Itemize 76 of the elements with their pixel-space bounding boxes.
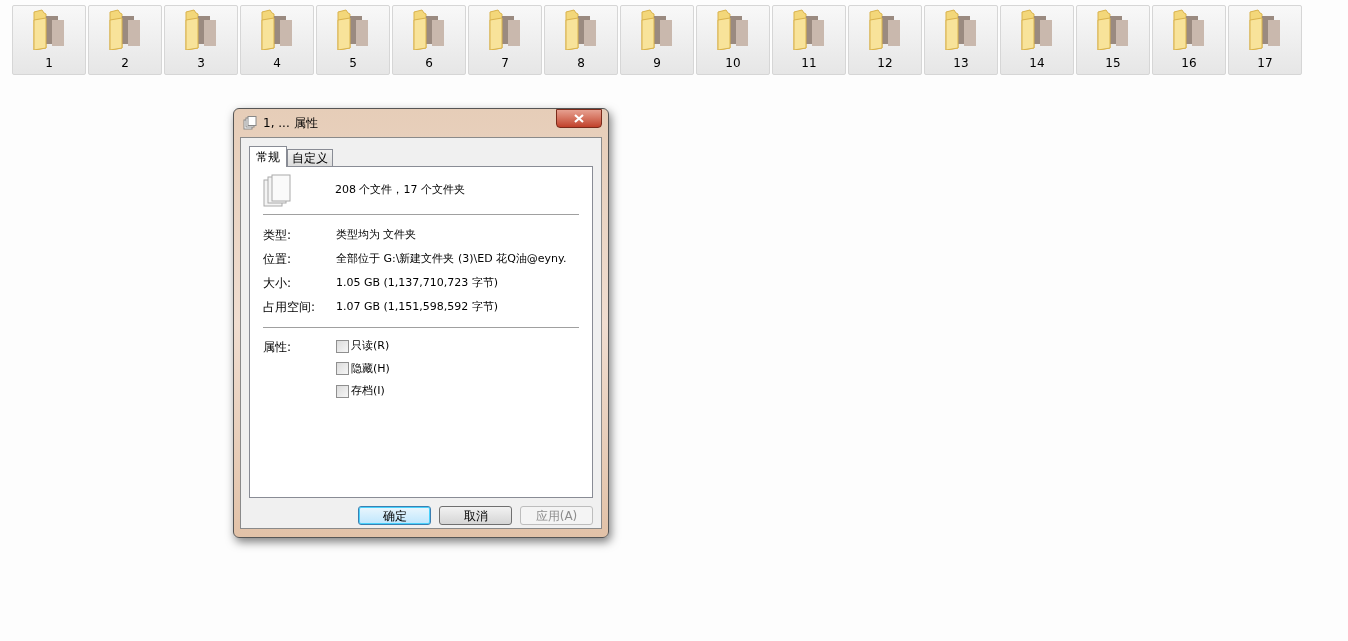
folder-label: 2 — [121, 56, 129, 70]
folder-label: 9 — [653, 56, 661, 70]
folder-icon — [32, 8, 66, 50]
window-title: 1, ... 属性 — [263, 115, 318, 132]
folder-icon — [336, 8, 370, 50]
property-value: 1.07 GB (1,151,598,592 字节) — [336, 298, 499, 315]
folder-tile[interactable]: 7 — [468, 5, 542, 75]
property-value: 1.05 GB (1,137,710,723 字节) — [336, 274, 499, 291]
folder-tile[interactable]: 8 — [544, 5, 618, 75]
folder-label: 12 — [877, 56, 893, 70]
dialog-button[interactable]: 确定 — [358, 506, 431, 525]
folder-tile[interactable]: 15 — [1076, 5, 1150, 75]
folder-icon — [792, 8, 826, 50]
property-label: 大小: — [263, 275, 293, 292]
checkbox[interactable] — [336, 362, 349, 376]
folder-icon — [640, 8, 674, 50]
folder-tile[interactable]: 2 — [88, 5, 162, 75]
folder-label: 14 — [1029, 56, 1045, 70]
selection-summary: 208 个文件，17 个文件夹 — [335, 182, 465, 199]
folder-tile[interactable]: 5 — [316, 5, 390, 75]
close-icon — [574, 114, 584, 123]
dialog-button[interactable]: 取消 — [439, 506, 512, 525]
folder-tile[interactable]: 1 — [12, 5, 86, 75]
documents-icon — [263, 173, 291, 208]
folder-label: 13 — [953, 56, 969, 70]
folder-tile[interactable]: 11 — [772, 5, 846, 75]
folder-label: 4 — [273, 56, 281, 70]
tab[interactable]: 自定义 — [287, 149, 333, 166]
folder-icon — [1096, 8, 1130, 50]
folder-tile[interactable]: 3 — [164, 5, 238, 75]
checkbox-label: 存档(I) — [351, 383, 385, 399]
property-label: 类型: — [263, 227, 293, 244]
folder-icon — [184, 8, 218, 50]
tab[interactable]: 常规 — [249, 146, 287, 167]
folder-tile[interactable]: 9 — [620, 5, 694, 75]
folder-label: 1 — [45, 56, 53, 70]
folder-label: 3 — [197, 56, 205, 70]
folder-tile[interactable]: 14 — [1000, 5, 1074, 75]
attributes-label: 属性: — [263, 339, 293, 356]
folder-tile[interactable]: 4 — [240, 5, 314, 75]
folder-icon — [716, 8, 750, 50]
checkbox-label: 隐藏(H) — [351, 360, 390, 377]
folder-label: 17 — [1257, 56, 1273, 70]
folder-label: 16 — [1181, 56, 1197, 70]
documents-icon — [243, 116, 257, 130]
folder-label: 10 — [725, 56, 741, 70]
property-label: 占用空间: — [263, 299, 317, 316]
folder-icon — [564, 8, 598, 50]
folder-tile[interactable]: 6 — [392, 5, 466, 75]
folder-label: 8 — [577, 56, 585, 70]
checkbox[interactable] — [336, 384, 349, 398]
folder-icon — [1020, 8, 1054, 50]
folder-tile[interactable]: 12 — [848, 5, 922, 75]
folder-icon — [1172, 8, 1206, 50]
folder-icon — [868, 8, 902, 50]
folder-icon — [108, 8, 142, 50]
folder-icon — [944, 8, 978, 50]
property-value: 全部位于 G:\新建文件夹 (3)\ED 花Q油@eyny. — [336, 250, 567, 267]
folder-icon — [488, 8, 522, 50]
folder-label: 7 — [501, 56, 509, 70]
folder-label: 6 — [425, 56, 433, 70]
folder-icon — [412, 8, 446, 50]
close-button[interactable] — [556, 109, 602, 128]
checkbox[interactable] — [336, 339, 349, 353]
folder-tile[interactable]: 16 — [1152, 5, 1226, 75]
property-label: 位置: — [263, 251, 293, 268]
folder-label: 11 — [801, 56, 817, 70]
folder-label: 15 — [1105, 56, 1121, 70]
folder-icon — [1248, 8, 1282, 50]
folder-tile[interactable]: 17 — [1228, 5, 1302, 75]
property-value: 类型均为 文件夹 — [336, 226, 417, 243]
folder-label: 5 — [349, 56, 357, 70]
folder-tile[interactable]: 10 — [696, 5, 770, 75]
folder-icon — [260, 8, 294, 50]
folder-tile[interactable]: 13 — [924, 5, 998, 75]
checkbox-label: 只读(R) — [351, 338, 390, 354]
